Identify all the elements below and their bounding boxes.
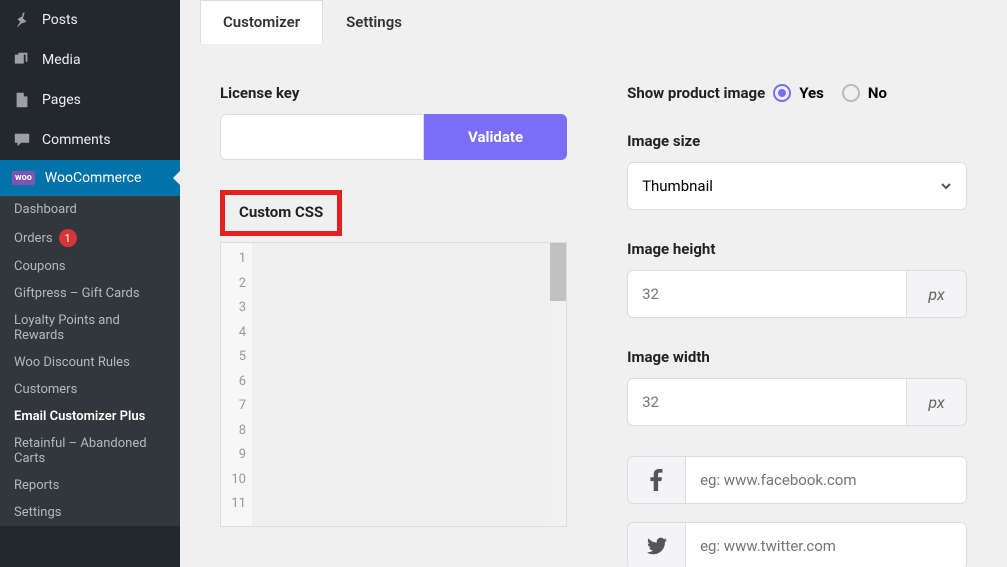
sidebar-label: Pages xyxy=(42,92,81,108)
facebook-icon xyxy=(627,456,685,504)
sidebar-sub-coupons[interactable]: Coupons xyxy=(0,253,180,280)
sidebar-sub-retainful[interactable]: Retainful – Abandoned Carts xyxy=(0,430,180,472)
sidebar-item-pages[interactable]: Pages xyxy=(0,80,180,120)
page-icon xyxy=(12,90,32,110)
px-suffix: px xyxy=(907,378,967,426)
custom-css-highlight: Custom CSS xyxy=(220,190,342,236)
radio-yes[interactable] xyxy=(773,84,791,102)
media-icon xyxy=(12,50,32,70)
sidebar-label: WooCommerce xyxy=(45,170,142,186)
facebook-input[interactable] xyxy=(685,456,967,504)
sidebar-sub-loyalty[interactable]: Loyalty Points and Rewards xyxy=(0,307,180,349)
orders-badge: 1 xyxy=(59,229,77,247)
image-size-value: Thumbnail xyxy=(642,177,713,195)
sidebar-label: Posts xyxy=(42,12,78,28)
license-key-label: License key xyxy=(220,84,567,102)
custom-css-editor[interactable]: 1 2 3 4 5 6 7 8 9 10 11 xyxy=(220,242,567,527)
sidebar-item-media[interactable]: Media xyxy=(0,40,180,80)
main-content: Customizer Settings License key Validate… xyxy=(180,0,1007,567)
sidebar-sub-customers[interactable]: Customers xyxy=(0,376,180,403)
validate-button[interactable]: Validate xyxy=(424,114,567,160)
px-suffix: px xyxy=(907,270,967,318)
line-gutter: 1 2 3 4 5 6 7 8 9 10 11 xyxy=(221,243,253,526)
license-key-input[interactable] xyxy=(220,114,424,160)
show-product-image-label: Show product image xyxy=(627,84,765,102)
twitter-icon xyxy=(627,522,685,567)
sidebar-label: Media xyxy=(42,52,81,68)
pin-icon xyxy=(12,10,32,30)
image-size-select[interactable]: Thumbnail xyxy=(627,162,967,210)
sidebar-sub-orders[interactable]: Orders 1 xyxy=(0,223,180,253)
tab-customizer[interactable]: Customizer xyxy=(200,0,323,44)
tabs: Customizer Settings xyxy=(200,0,987,44)
comment-icon xyxy=(12,130,32,150)
pointer-icon xyxy=(173,170,180,186)
image-height-label: Image height xyxy=(627,240,967,258)
right-column: Show product image Yes No Image size Thu… xyxy=(627,84,967,567)
image-width-label: Image width xyxy=(627,348,967,366)
chevron-down-icon xyxy=(940,180,952,192)
sidebar-sub-email-customizer[interactable]: Email Customizer Plus xyxy=(0,403,180,430)
sidebar-sub-discount[interactable]: Woo Discount Rules xyxy=(0,349,180,376)
radio-no[interactable] xyxy=(842,84,860,102)
left-column: License key Validate Custom CSS 1 2 3 4 … xyxy=(220,84,567,567)
code-area[interactable] xyxy=(253,243,550,526)
scrollbar[interactable] xyxy=(550,243,566,526)
sidebar-item-posts[interactable]: Posts xyxy=(0,0,180,40)
woocommerce-icon: woo xyxy=(12,171,35,185)
sidebar-sub-settings[interactable]: Settings xyxy=(0,499,180,526)
radio-no-label: No xyxy=(868,84,887,102)
twitter-input[interactable] xyxy=(685,522,967,567)
tab-settings[interactable]: Settings xyxy=(323,0,425,44)
sidebar-sub-reports[interactable]: Reports xyxy=(0,472,180,499)
sidebar-sub-giftpress[interactable]: Giftpress – Gift Cards xyxy=(0,280,180,307)
sidebar-label: Comments xyxy=(42,132,111,148)
image-width-input[interactable] xyxy=(627,378,907,426)
sidebar-item-comments[interactable]: Comments xyxy=(0,120,180,160)
radio-yes-label: Yes xyxy=(799,84,824,102)
custom-css-label: Custom CSS xyxy=(239,203,323,221)
admin-sidebar: Posts Media Pages Comments woo WooCommer… xyxy=(0,0,180,567)
scroll-thumb[interactable] xyxy=(550,243,566,301)
sidebar-sub-dashboard[interactable]: Dashboard xyxy=(0,196,180,223)
image-height-input[interactable] xyxy=(627,270,907,318)
image-size-label: Image size xyxy=(627,132,967,150)
sidebar-item-woocommerce[interactable]: woo WooCommerce xyxy=(0,160,180,196)
